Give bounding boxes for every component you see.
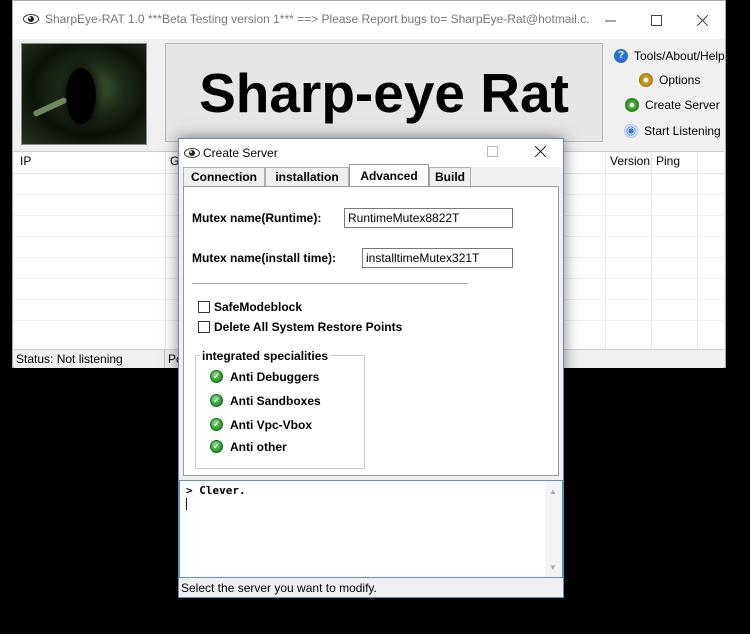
help-icon: ? <box>614 49 628 63</box>
column-header-version[interactable]: Version <box>610 154 650 172</box>
scroll-up-icon[interactable]: ▲ <box>549 487 557 496</box>
speciality-item: Anti Vpc-Vbox <box>230 418 313 432</box>
close-icon <box>534 145 547 158</box>
main-titlebar[interactable]: SharpEye-RAT 1.0 ***Beta Testing version… <box>13 1 725 39</box>
delete-restore-points-label: Delete All System Restore Points <box>214 320 403 334</box>
mutex-runtime-label: Mutex name(Runtime): <box>192 211 322 225</box>
gear-icon <box>639 73 653 87</box>
create-server-button[interactable]: Create Server <box>625 94 720 116</box>
tab-installation[interactable]: installation <box>265 167 349 186</box>
create-server-dialog: Create Server Connection installation Ad… <box>178 138 564 598</box>
close-button[interactable] <box>679 1 725 39</box>
tab-advanced[interactable]: Advanced <box>349 164 429 186</box>
speciality-item: Anti Sandboxes <box>230 394 321 408</box>
options-label: Options <box>659 73 701 87</box>
create-server-label: Create Server <box>645 98 720 112</box>
scroll-down-icon[interactable]: ▼ <box>549 563 557 572</box>
antenna-icon <box>624 124 638 138</box>
integrated-specialities-group: integrated specialities ✓ Anti Debuggers… <box>195 349 365 469</box>
column-header-ping[interactable]: Ping <box>656 154 680 172</box>
dialog-titlebar[interactable]: Create Server <box>179 139 563 167</box>
eye-app-icon <box>23 13 39 25</box>
mutex-install-field[interactable]: installtimeMutex321T <box>362 248 513 268</box>
speciality-item: Anti Debuggers <box>230 370 320 384</box>
green-check-icon: ✓ <box>210 418 223 431</box>
maximize-button[interactable] <box>633 1 679 39</box>
options-button[interactable]: Options <box>639 69 700 91</box>
close-icon <box>696 14 708 26</box>
mutex-install-label: Mutex name(install time): <box>192 251 337 265</box>
maximize-icon <box>650 14 662 26</box>
start-listening-button[interactable]: Start Listening <box>624 120 721 142</box>
minimize-icon <box>604 20 616 21</box>
mutex-runtime-field[interactable]: RuntimeMutex8822T <box>344 208 513 228</box>
tools-about-help-button[interactable]: ? Tools/About/Help <box>614 45 725 67</box>
tools-about-help-label: Tools/About/Help <box>634 49 725 63</box>
console-textbox[interactable]: > Clever. ▲ ▼ <box>179 480 563 578</box>
status-divider <box>164 350 165 368</box>
delete-restore-points-checkbox[interactable] <box>198 321 210 333</box>
green-check-icon: ✓ <box>210 370 223 383</box>
status-text: Status: Not listening <box>16 352 123 366</box>
tab-build[interactable]: Build <box>429 167 471 186</box>
dialog-statusbar: Select the server you want to modify. <box>179 579 563 597</box>
dialog-title: Create Server <box>203 146 278 160</box>
eye-app-icon <box>184 147 200 159</box>
group-title: integrated specialities <box>200 349 331 363</box>
column-header-ip[interactable]: IP <box>20 154 31 172</box>
minimize-button[interactable] <box>587 1 633 39</box>
safemodeblock-label: SafeModeblock <box>214 300 303 314</box>
cat-eye-banner-image <box>21 43 147 145</box>
start-listening-label: Start Listening <box>644 124 721 138</box>
banner-title-box: Sharp-eye Rat <box>165 43 603 142</box>
green-check-icon: ✓ <box>210 440 223 453</box>
console-scrollbar[interactable]: ▲ ▼ <box>545 481 562 577</box>
text-caret <box>186 498 187 510</box>
banner-title: Sharp-eye Rat <box>199 61 569 124</box>
green-check-icon: ✓ <box>210 394 223 407</box>
speciality-item: Anti other <box>230 440 287 454</box>
maximize-icon <box>487 146 498 157</box>
dialog-maximize-button[interactable] <box>487 146 498 157</box>
console-text: > Clever. <box>186 484 246 497</box>
tab-connection[interactable]: Connection <box>183 167 265 186</box>
safemodeblock-checkbox[interactable] <box>198 301 210 313</box>
dialog-close-button[interactable] <box>534 145 547 158</box>
dialog-status-text: Select the server you want to modify. <box>181 581 377 595</box>
window-title: SharpEye-RAT 1.0 ***Beta Testing version… <box>45 12 590 26</box>
separator-line <box>192 283 468 284</box>
green-gear-icon <box>625 98 639 112</box>
